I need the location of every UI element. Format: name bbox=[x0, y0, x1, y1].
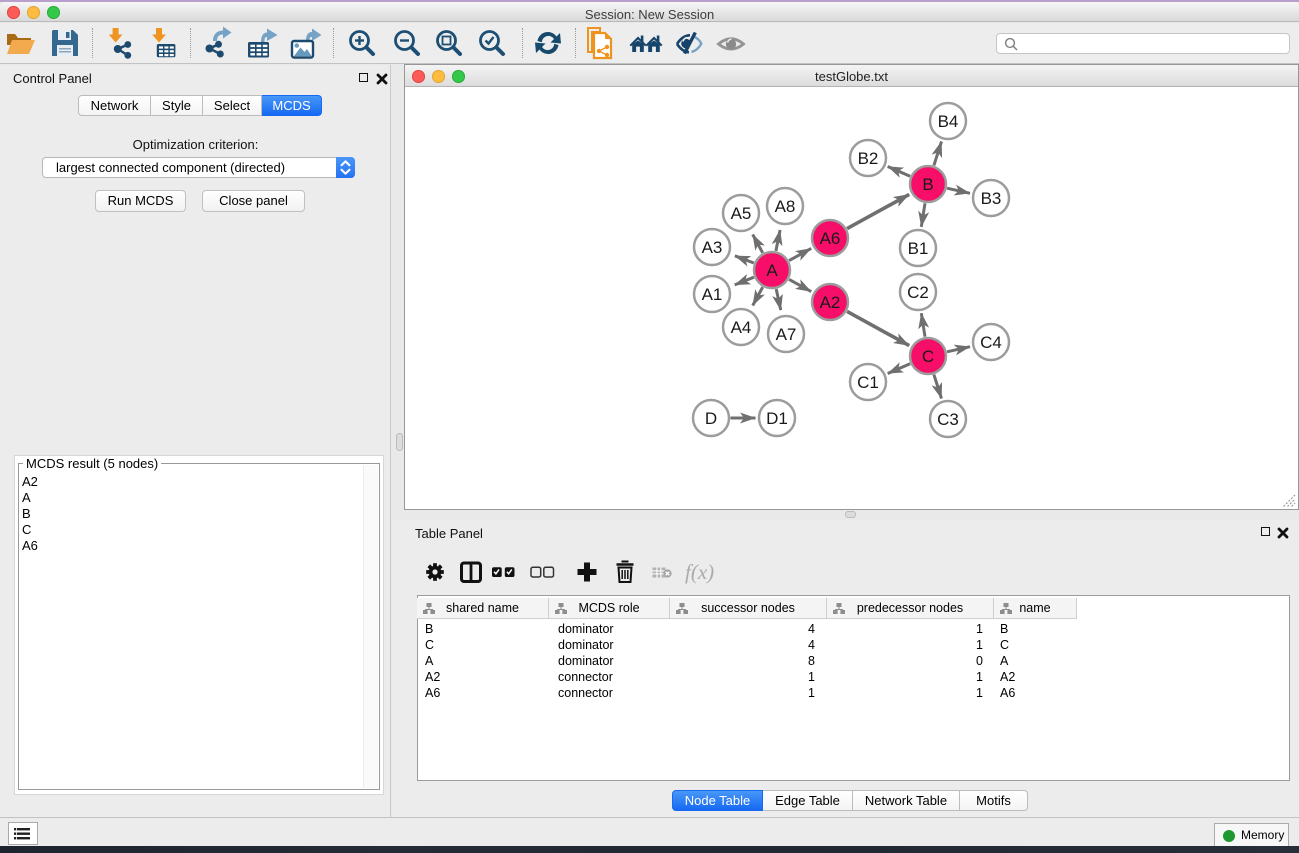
svg-text:C: C bbox=[922, 347, 934, 366]
svg-text:A2: A2 bbox=[820, 293, 841, 312]
svg-text:A3: A3 bbox=[702, 238, 723, 257]
svg-text:A5: A5 bbox=[731, 204, 752, 223]
svg-text:A6: A6 bbox=[820, 229, 841, 248]
svg-text:D1: D1 bbox=[766, 409, 788, 428]
svg-text:B2: B2 bbox=[858, 149, 879, 168]
svg-text:f(x): f(x) bbox=[685, 560, 714, 584]
svg-text:C1: C1 bbox=[857, 373, 879, 392]
svg-text:C4: C4 bbox=[980, 333, 1002, 352]
svg-text:A: A bbox=[766, 261, 778, 280]
svg-text:A7: A7 bbox=[776, 325, 797, 344]
svg-text:C3: C3 bbox=[937, 410, 959, 429]
svg-text:B3: B3 bbox=[981, 189, 1002, 208]
svg-text:A4: A4 bbox=[731, 318, 752, 337]
svg-text:B1: B1 bbox=[908, 239, 929, 258]
svg-text:B4: B4 bbox=[938, 112, 959, 131]
svg-text:C2: C2 bbox=[907, 283, 929, 302]
svg-text:B: B bbox=[922, 175, 933, 194]
svg-text:A1: A1 bbox=[702, 285, 723, 304]
svg-text:D: D bbox=[705, 409, 717, 428]
svg-text:A8: A8 bbox=[775, 197, 796, 216]
